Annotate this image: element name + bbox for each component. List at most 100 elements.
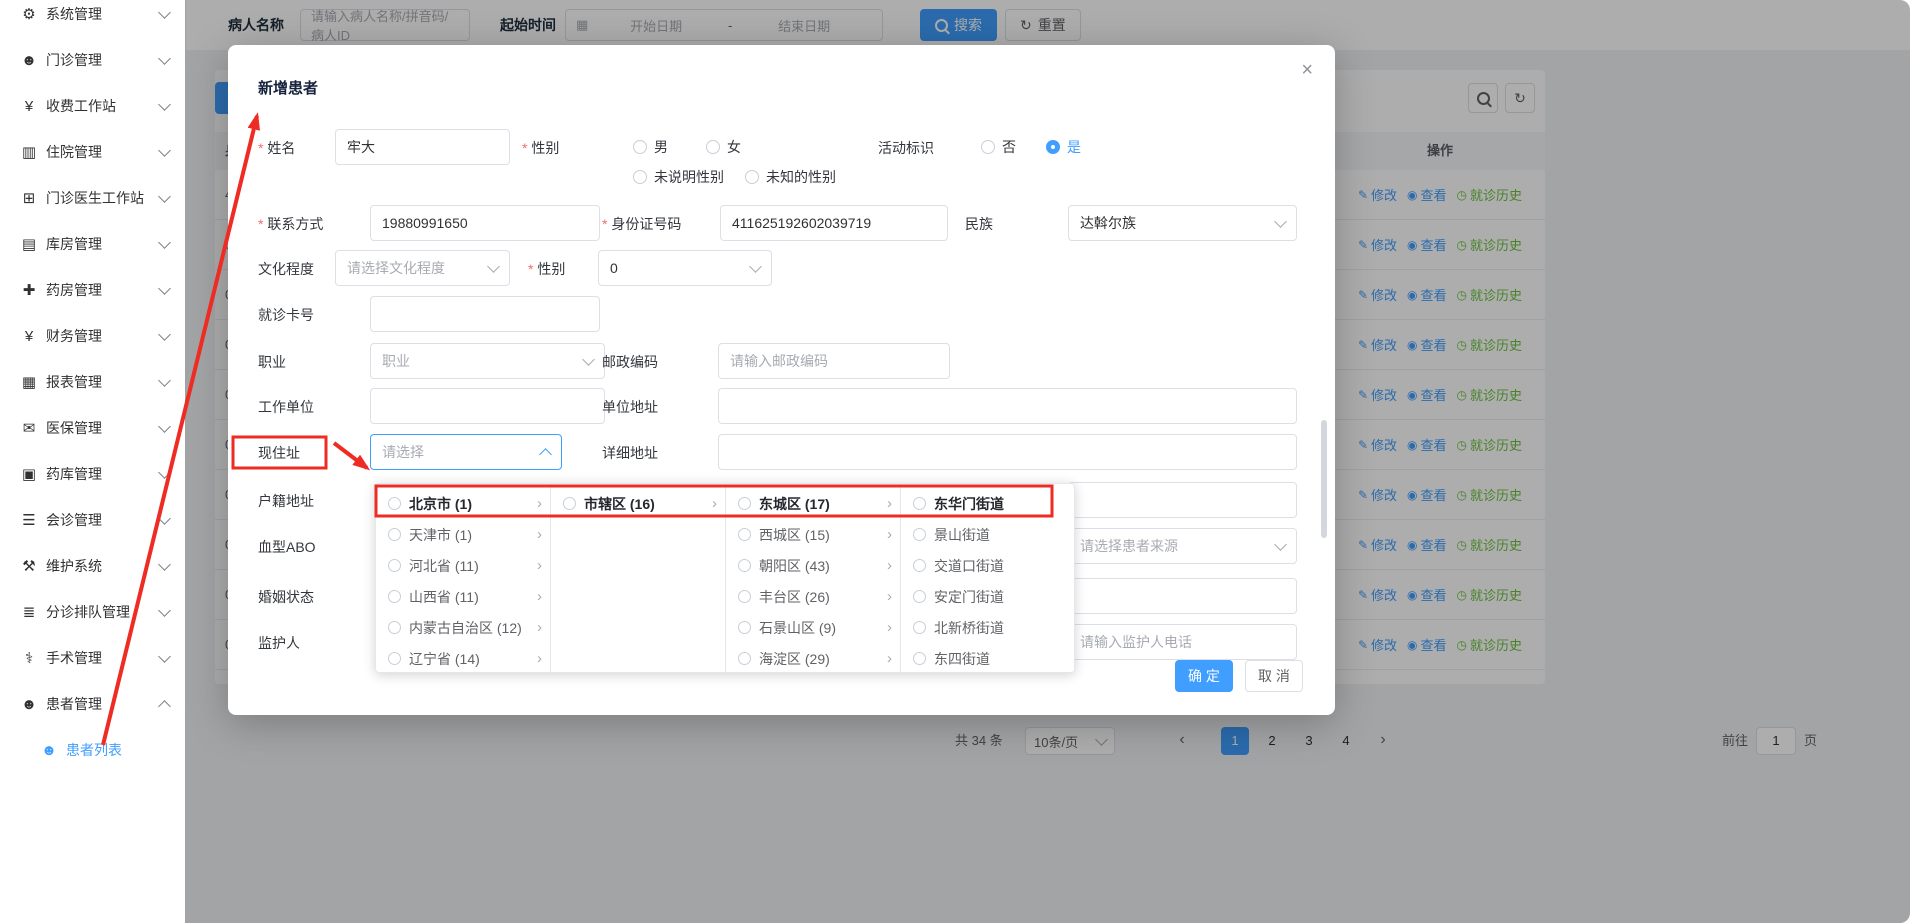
sidebar-item-12[interactable]: ⚒维护系统 bbox=[0, 543, 185, 589]
chevron-right-icon: › bbox=[887, 651, 892, 666]
sidebar-item-9[interactable]: ✉医保管理 bbox=[0, 405, 185, 451]
cascader-col3-option-5[interactable]: 海淀区 (29)› bbox=[726, 643, 900, 672]
chevron-up-icon bbox=[158, 700, 171, 713]
radio-icon bbox=[633, 170, 647, 184]
sidebar-item-8[interactable]: ▦报表管理 bbox=[0, 359, 185, 405]
cascader-col4-option-1[interactable]: 景山街道 bbox=[901, 519, 1075, 550]
gender-code-select[interactable]: 0 bbox=[598, 250, 772, 286]
sidebar-item-14[interactable]: ⚕手术管理 bbox=[0, 635, 185, 681]
yen-icon: ¥ bbox=[20, 98, 38, 115]
cascader-col3-option-3[interactable]: 丰台区 (26)› bbox=[726, 581, 900, 612]
chevron-right-icon: › bbox=[887, 589, 892, 604]
ethnicity-select[interactable]: 达斡尔族 bbox=[1068, 205, 1297, 241]
chevron-down-icon bbox=[158, 236, 171, 249]
cascader-col4-option-5[interactable]: 东四街道 bbox=[901, 643, 1075, 672]
sidebar-item-2[interactable]: ¥收费工作站 bbox=[0, 83, 185, 129]
sidebar-item-4[interactable]: ⊞门诊医生工作站 bbox=[0, 175, 185, 221]
postal-code-input[interactable]: 请输入邮政编码 bbox=[718, 343, 950, 379]
cascader-col4-option-0[interactable]: 东华门街道 bbox=[901, 488, 1075, 519]
chevron-right-icon: › bbox=[887, 620, 892, 635]
ethnicity-label: 民族 bbox=[965, 215, 993, 233]
work-unit-input[interactable] bbox=[370, 388, 605, 424]
sidebar-item-10[interactable]: ▣药库管理 bbox=[0, 451, 185, 497]
radio-icon bbox=[706, 140, 720, 154]
active-yes-radio[interactable]: 是 bbox=[1046, 139, 1081, 155]
cascader-col1-option-2[interactable]: 河北省 (11)› bbox=[376, 550, 550, 581]
work-unit-label: 工作单位 bbox=[258, 398, 314, 416]
sidebar-item-11[interactable]: ☰会诊管理 bbox=[0, 497, 185, 543]
gender-unspecified-radio[interactable]: 未说明性别 bbox=[633, 169, 724, 185]
chevron-right-icon: › bbox=[537, 620, 542, 635]
chevron-down-icon bbox=[158, 98, 171, 111]
queue-icon: ≣ bbox=[20, 603, 38, 621]
contact-input[interactable]: 19880991650 bbox=[370, 205, 600, 241]
chevron-right-icon: › bbox=[887, 527, 892, 542]
household-right-input[interactable] bbox=[1068, 482, 1297, 518]
occupation-select[interactable]: 职业 bbox=[370, 343, 605, 379]
name-input[interactable]: 牢大 bbox=[335, 129, 510, 165]
sidebar-item-0[interactable]: ⚙系统管理 bbox=[0, 0, 185, 37]
education-label: 文化程度 bbox=[258, 260, 314, 278]
gender-unknown-radio[interactable]: 未知的性别 bbox=[745, 169, 836, 185]
gender-female-radio[interactable]: 女 bbox=[706, 139, 741, 155]
current-address-select[interactable]: 请选择 bbox=[370, 434, 562, 470]
medical-cross-icon: ✚ bbox=[20, 281, 38, 299]
id-number-input[interactable]: 411625192602039719 bbox=[720, 205, 948, 241]
sidebar-item-6[interactable]: ✚药房管理 bbox=[0, 267, 185, 313]
cascader-col1-option-5[interactable]: 辽宁省 (14)› bbox=[376, 643, 550, 672]
dialog-title: 新增患者 bbox=[258, 77, 318, 98]
chevron-up-icon bbox=[539, 448, 552, 461]
cascader-col4-option-3[interactable]: 安定门街道 bbox=[901, 581, 1075, 612]
cascader-col1-option-1[interactable]: 天津市 (1)› bbox=[376, 519, 550, 550]
unit-address-input[interactable] bbox=[718, 388, 1297, 424]
chevron-right-icon: › bbox=[537, 651, 542, 666]
chevron-right-icon: › bbox=[537, 589, 542, 604]
radio-icon bbox=[745, 170, 759, 184]
sidebar-item-patient-list[interactable]: ☻ 患者列表 bbox=[0, 727, 185, 773]
sidebar-item-3[interactable]: ▥住院管理 bbox=[0, 129, 185, 175]
chevron-down-icon bbox=[158, 420, 171, 433]
cascader-column-4: 东华门街道景山街道交道口街道安定门街道北新桥街道东四街道 bbox=[901, 484, 1075, 672]
dialog-scrollbar[interactable] bbox=[1321, 420, 1327, 538]
guardian-phone-input[interactable]: 请输入监护人电话 bbox=[1068, 624, 1297, 660]
visit-card-input[interactable] bbox=[370, 296, 600, 332]
marital-right-input[interactable] bbox=[1068, 578, 1297, 614]
radio-icon bbox=[913, 497, 926, 510]
confirm-button[interactable]: 确 定 bbox=[1175, 660, 1233, 692]
gender-male-radio[interactable]: 男 bbox=[633, 139, 668, 155]
cascader-col4-option-2[interactable]: 交道口街道 bbox=[901, 550, 1075, 581]
chevron-down-icon bbox=[1274, 538, 1287, 551]
cascader-col2-option-0[interactable]: 市辖区 (16)› bbox=[551, 488, 725, 519]
radio-icon bbox=[563, 497, 576, 510]
cascader-col4-option-4[interactable]: 北新桥街道 bbox=[901, 612, 1075, 643]
cascader-col1-option-4[interactable]: 内蒙古自治区 (12)› bbox=[376, 612, 550, 643]
cascader-col3-option-0[interactable]: 东城区 (17)› bbox=[726, 488, 900, 519]
chevron-down-icon bbox=[158, 144, 171, 157]
patient-source-select[interactable]: 请选择患者来源 bbox=[1068, 528, 1297, 564]
radio-icon bbox=[388, 528, 401, 541]
sidebar-item-5[interactable]: ▤库房管理 bbox=[0, 221, 185, 267]
mail-icon: ✉ bbox=[20, 419, 38, 437]
cascader-col3-option-2[interactable]: 朝阳区 (43)› bbox=[726, 550, 900, 581]
user-icon: ☻ bbox=[20, 52, 38, 69]
sidebar-item-13[interactable]: ≣分诊排队管理 bbox=[0, 589, 185, 635]
close-icon[interactable]: × bbox=[1301, 59, 1313, 82]
blood-abo-label: 血型ABO bbox=[258, 538, 316, 556]
chevron-down-icon bbox=[749, 260, 762, 273]
cascader-col3-option-1[interactable]: 西城区 (15)› bbox=[726, 519, 900, 550]
education-select[interactable]: 请选择文化程度 bbox=[335, 250, 510, 286]
marital-status-label: 婚姻状态 bbox=[258, 588, 314, 606]
detail-address-input[interactable] bbox=[718, 434, 1297, 470]
cascader-col3-option-4[interactable]: 石景山区 (9)› bbox=[726, 612, 900, 643]
radio-icon bbox=[738, 590, 751, 603]
cascader-col1-option-3[interactable]: 山西省 (11)› bbox=[376, 581, 550, 612]
radio-icon bbox=[981, 140, 995, 154]
cascader-col1-option-0[interactable]: 北京市 (1)› bbox=[376, 488, 550, 519]
cancel-button[interactable]: 取 消 bbox=[1245, 660, 1303, 692]
sidebar-item-7[interactable]: ¥财务管理 bbox=[0, 313, 185, 359]
sidebar-item-15[interactable]: ☻患者管理 bbox=[0, 681, 185, 727]
chevron-down-icon bbox=[158, 466, 171, 479]
sidebar-item-1[interactable]: ☻门诊管理 bbox=[0, 37, 185, 83]
active-no-radio[interactable]: 否 bbox=[981, 139, 1016, 155]
radio-icon bbox=[388, 621, 401, 634]
